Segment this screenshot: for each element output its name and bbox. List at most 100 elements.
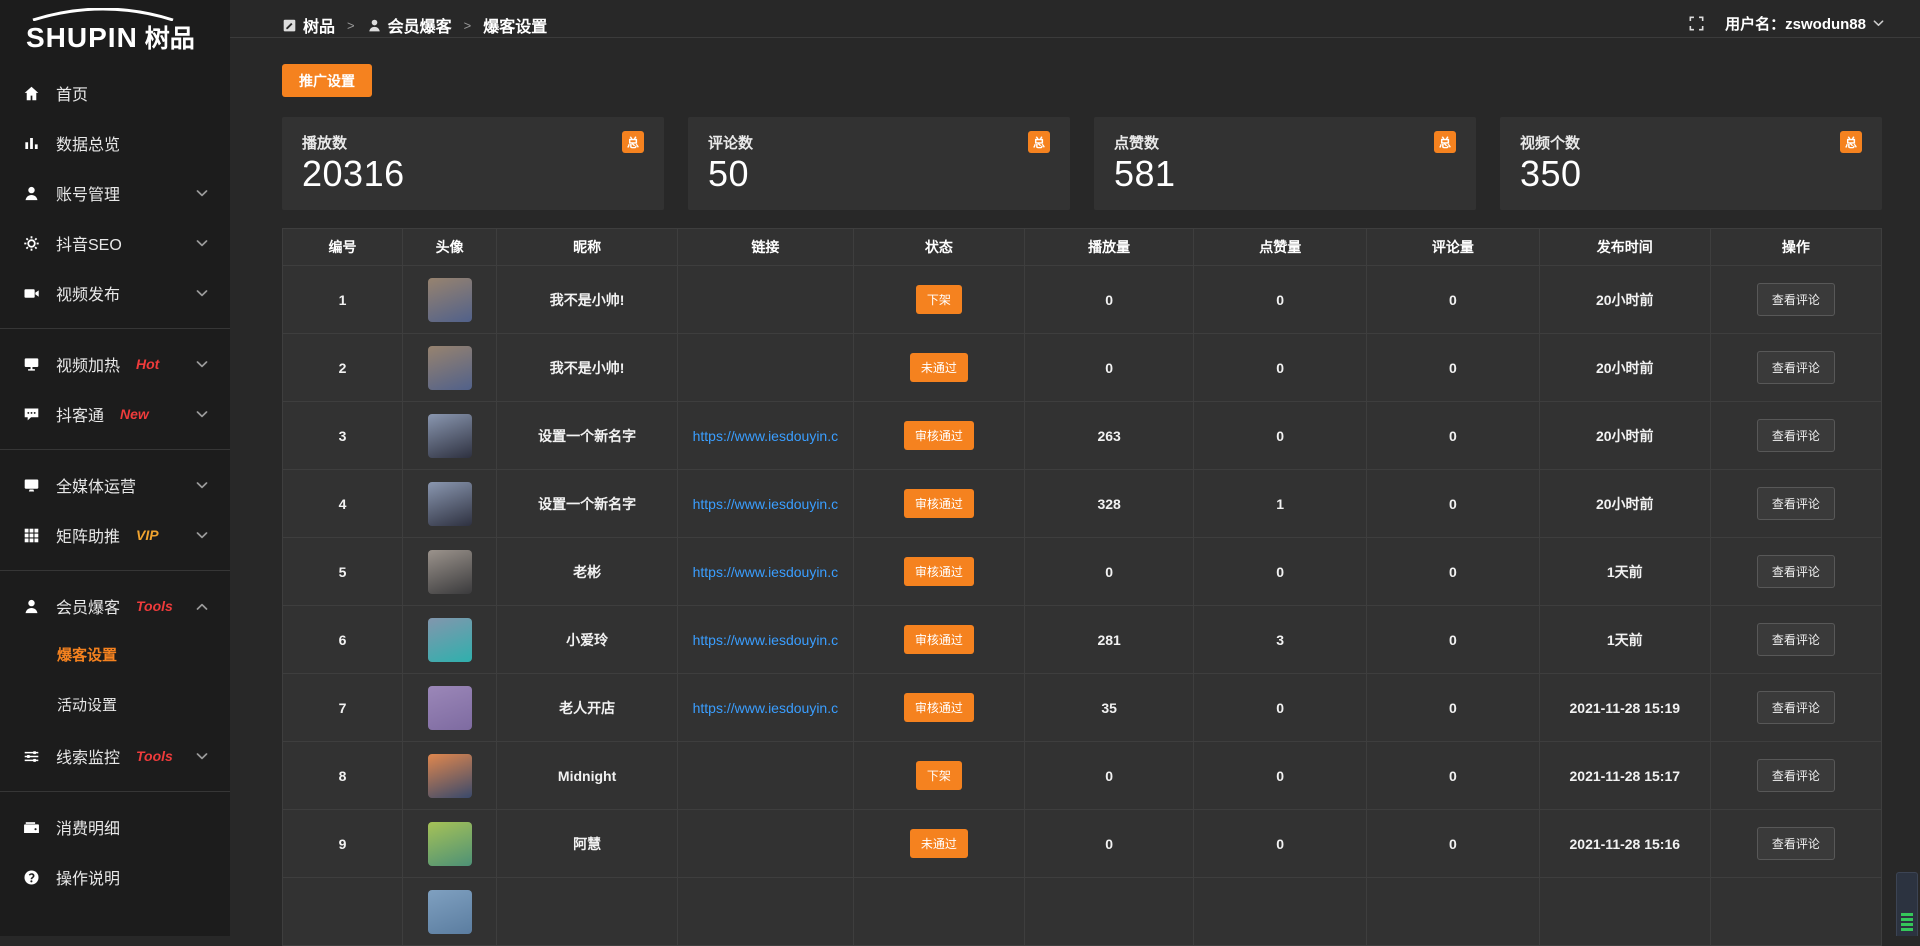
- cell-time: 20小时前: [1539, 266, 1710, 334]
- sidebar-subitem-activity-settings[interactable]: 活动设置: [0, 681, 230, 731]
- breadcrumb-item[interactable]: 树品: [282, 13, 335, 37]
- video-link[interactable]: https://www.iesdouyin.c: [693, 700, 839, 716]
- cell-avatar: [402, 266, 496, 334]
- cell-likes: 3: [1194, 606, 1367, 674]
- fullscreen-icon[interactable]: [1688, 15, 1705, 32]
- sidebar-item-home[interactable]: 首页: [0, 68, 230, 118]
- video-link[interactable]: https://www.iesdouyin.c: [693, 428, 839, 444]
- sidebar-item-douketong[interactable]: 抖客通 New: [0, 389, 230, 439]
- table-head: 编号头像昵称链接状态播放量点赞量评论量发布时间操作: [283, 229, 1882, 266]
- video-link[interactable]: https://www.iesdouyin.c: [693, 564, 839, 580]
- cell-comments: 0: [1367, 538, 1540, 606]
- cell-action: 查看评论: [1710, 606, 1881, 674]
- cell-id: 6: [283, 606, 403, 674]
- view-comments-button[interactable]: 查看评论: [1757, 827, 1835, 860]
- cell-plays: 0: [1024, 538, 1193, 606]
- sidebar-item-member-baoke[interactable]: 会员爆客Tools: [0, 581, 230, 631]
- sidebar-item-omni-media[interactable]: 全媒体运营: [0, 460, 230, 510]
- app-root: SHUPIN 树品 首页 数据总览 账号管理 抖音SEO 视频发布 视频加热Ho…: [0, 0, 1920, 936]
- breadcrumb-item[interactable]: 会员爆客: [367, 13, 452, 37]
- cell-plays: [1024, 878, 1193, 946]
- chevron-down-icon: [196, 290, 208, 297]
- sidebar-tag-new: New: [120, 406, 149, 422]
- cell-avatar: [402, 606, 496, 674]
- avatar: [428, 686, 472, 730]
- view-comments-button[interactable]: 查看评论: [1757, 487, 1835, 520]
- user-menu[interactable]: 用户名：zswodun88: [1725, 13, 1884, 34]
- dashboard-icon: [282, 18, 297, 33]
- cell-id: 7: [283, 674, 403, 742]
- sidebar-item-operation-guide[interactable]: 操作说明: [0, 852, 230, 902]
- cell-link: [677, 878, 853, 946]
- avatar: [428, 414, 472, 458]
- table-col-header: 播放量: [1024, 229, 1193, 266]
- sidebar-item-label: 矩阵助推: [56, 523, 120, 547]
- widget-bar: [1901, 918, 1913, 921]
- view-comments-button[interactable]: 查看评论: [1757, 419, 1835, 452]
- avatar: [428, 482, 472, 526]
- breadcrumb: 树品>会员爆客>爆客设置: [282, 13, 547, 37]
- table-col-header: 编号: [283, 229, 403, 266]
- cell-id: 5: [283, 538, 403, 606]
- cell-avatar: [402, 742, 496, 810]
- stat-card-value: 581: [1114, 154, 1456, 194]
- heat-icon: [22, 355, 40, 373]
- sidebar: SHUPIN 树品 首页 数据总览 账号管理 抖音SEO 视频发布 视频加热Ho…: [0, 0, 230, 936]
- view-comments-button[interactable]: 查看评论: [1757, 691, 1835, 724]
- cell-action: 查看评论: [1710, 402, 1881, 470]
- cell-link: https://www.iesdouyin.c: [677, 470, 853, 538]
- sidebar-subitem-baoke-settings[interactable]: 爆客设置: [0, 631, 230, 681]
- content: 推广设置 播放数 总 20316 评论数 总 50 点赞数 总 581 视频个数…: [230, 38, 1920, 946]
- chevron-down-icon: [196, 753, 208, 760]
- sidebar-item-matrix-boost[interactable]: 矩阵助推VIP: [0, 510, 230, 560]
- sidebar-item-label: 抖客通: [56, 402, 104, 426]
- status-badge: 下架: [916, 761, 962, 790]
- chevron-up-icon: [196, 603, 208, 610]
- view-comments-button[interactable]: 查看评论: [1757, 283, 1835, 316]
- sidebar-item-video-publish[interactable]: 视频发布: [0, 268, 230, 318]
- sidebar-item-data-overview[interactable]: 数据总览: [0, 118, 230, 168]
- video-link[interactable]: https://www.iesdouyin.c: [693, 496, 839, 512]
- table-row: 1 我不是小帅! 下架 0 0 0 20小时前 查看评论: [283, 266, 1882, 334]
- chat-icon: [22, 405, 40, 423]
- sidebar-item-douyin-seo[interactable]: 抖音SEO: [0, 218, 230, 268]
- sidebar-menu: 首页 数据总览 账号管理 抖音SEO 视频发布 视频加热Hot 抖客通 New 全…: [0, 58, 230, 902]
- table-row: 8 Midnight 下架 0 0 0 2021-11-28 15:17 查看评…: [283, 742, 1882, 810]
- cell-link: [677, 742, 853, 810]
- sidebar-item-video-heat[interactable]: 视频加热Hot: [0, 339, 230, 389]
- widget-bar: [1901, 913, 1913, 916]
- cell-status: 审核通过: [853, 538, 1024, 606]
- table-body: 1 我不是小帅! 下架 0 0 0 20小时前 查看评论 2 我不是小帅! 未通…: [283, 266, 1882, 946]
- cell-nickname: 设置一个新名字: [497, 402, 678, 470]
- logo[interactable]: SHUPIN 树品: [0, 0, 230, 58]
- view-comments-button[interactable]: 查看评论: [1757, 759, 1835, 792]
- view-comments-button[interactable]: 查看评论: [1757, 351, 1835, 384]
- total-badge: 总: [1028, 131, 1050, 153]
- cell-status: 审核通过: [853, 674, 1024, 742]
- sidebar-item-clue-monitor[interactable]: 线索监控Tools: [0, 731, 230, 781]
- promo-settings-button[interactable]: 推广设置: [282, 64, 372, 97]
- floating-widget[interactable]: [1896, 872, 1918, 936]
- cell-status: 下架: [853, 266, 1024, 334]
- cell-avatar: [402, 334, 496, 402]
- stat-card-top: 点赞数 总: [1114, 131, 1456, 153]
- sidebar-item-consumption-details[interactable]: 消费明细: [0, 802, 230, 852]
- cell-link: https://www.iesdouyin.c: [677, 538, 853, 606]
- table-col-header: 链接: [677, 229, 853, 266]
- cell-plays: 281: [1024, 606, 1193, 674]
- cell-nickname: [497, 878, 678, 946]
- cell-link: [677, 334, 853, 402]
- breadcrumb-item[interactable]: 爆客设置: [483, 13, 547, 37]
- view-comments-button[interactable]: 查看评论: [1757, 555, 1835, 588]
- cell-link: https://www.iesdouyin.c: [677, 674, 853, 742]
- widget-bar: [1901, 928, 1913, 931]
- cell-comments: 0: [1367, 470, 1540, 538]
- status-badge: 审核通过: [904, 421, 974, 450]
- view-comments-button[interactable]: 查看评论: [1757, 623, 1835, 656]
- sidebar-tag-hot: Hot: [136, 356, 159, 372]
- video-link[interactable]: https://www.iesdouyin.c: [693, 632, 839, 648]
- sidebar-item-label: 线索监控: [56, 744, 120, 768]
- stat-card-top: 视频个数 总: [1520, 131, 1862, 153]
- sidebar-item-account-management[interactable]: 账号管理: [0, 168, 230, 218]
- cell-nickname: 阿慧: [497, 810, 678, 878]
